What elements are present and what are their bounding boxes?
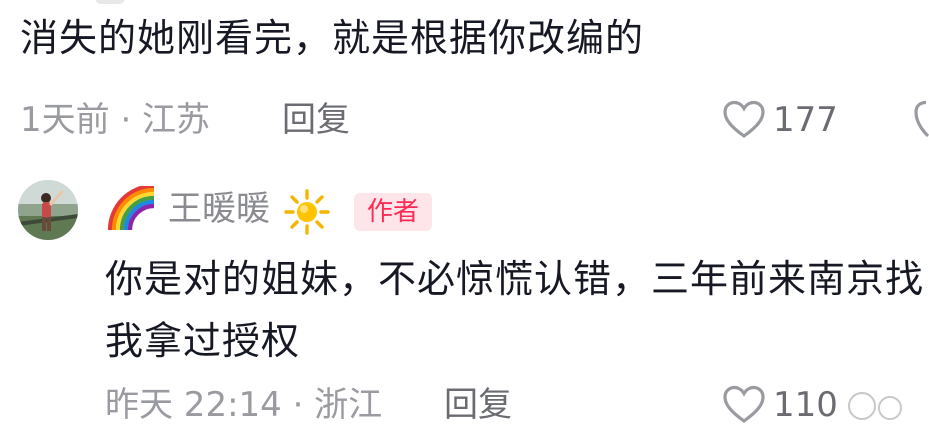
previous-avatar-edge: [95, 0, 125, 4]
next-heart-icon-partial: [914, 100, 929, 144]
comment-1-like-count: 177: [773, 100, 838, 140]
author-avatar[interactable]: [18, 180, 78, 240]
comment-1-like-button[interactable]: [722, 100, 766, 144]
author-username[interactable]: 王暖暖: [168, 187, 270, 231]
heart-outline-icon: [723, 385, 765, 423]
watermark-logo: [848, 392, 876, 420]
comment-2-time-location: 昨天 22:14 · 浙江: [105, 385, 383, 425]
comment-2-like-button[interactable]: [722, 385, 766, 429]
rainbow-emoji-icon: [104, 183, 160, 236]
heart-outline-icon: [914, 100, 929, 138]
comment-1-text: 消失的她刚看完，就是根据你改编的: [20, 16, 645, 60]
sun-emoji-icon: [284, 189, 330, 239]
watermark-logo: [878, 396, 902, 420]
comment-2-like-count: 110: [773, 385, 838, 425]
comment-2-text: 你是对的姐妹，不必惊慌认错，三年前来南京找我拿过授权: [105, 257, 925, 363]
comment-1-reply-button[interactable]: 回复: [282, 98, 350, 142]
heart-outline-icon: [723, 100, 765, 138]
avatar-photo: [18, 180, 78, 240]
comment-1-time-location: 1天前 · 江苏: [20, 100, 211, 140]
author-badge: 作者: [354, 193, 432, 231]
comment-2-reply-button[interactable]: 回复: [444, 383, 512, 427]
